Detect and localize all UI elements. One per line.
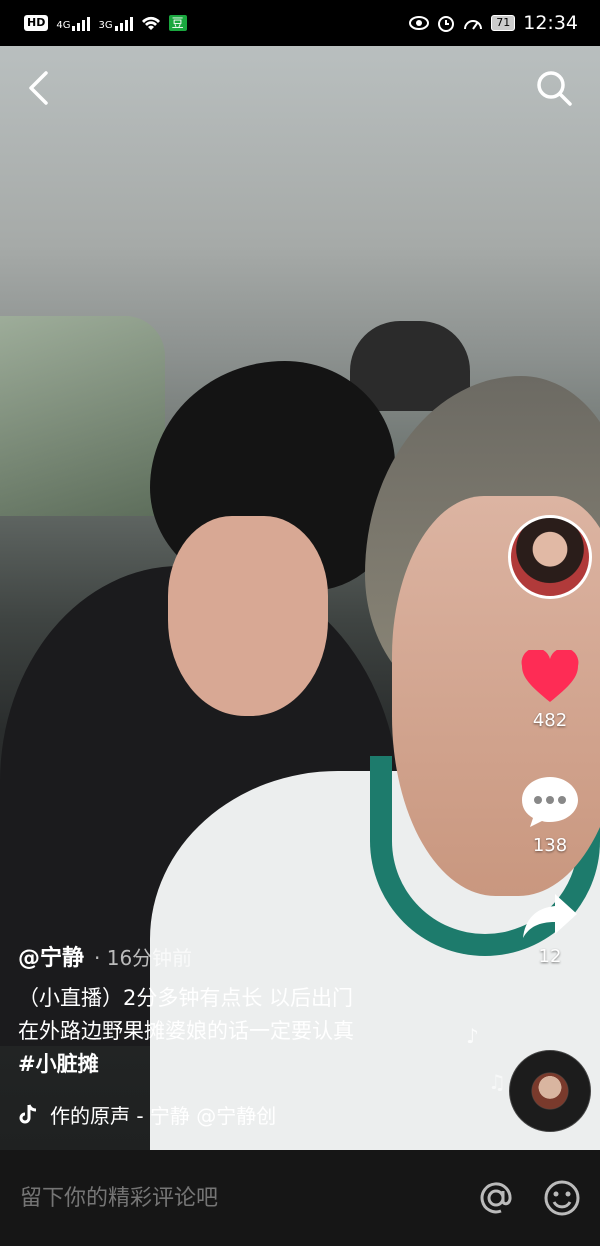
share-button[interactable]: 12 <box>500 890 600 967</box>
hashtag-link[interactable]: #小脏摊 <box>18 1048 438 1081</box>
search-button[interactable] <box>532 66 576 110</box>
status-left: HD 4G 3G 豆 <box>24 15 187 31</box>
comment-bar <box>0 1150 600 1246</box>
back-icon <box>29 71 48 105</box>
search-icon <box>537 71 572 106</box>
post-time: · 16分钟前 <box>94 946 193 970</box>
at-icon <box>480 1182 512 1214</box>
author-name[interactable]: @宁静 <box>18 940 84 972</box>
author-avatar[interactable] <box>508 515 592 599</box>
back-button[interactable] <box>16 66 60 110</box>
network-3g-label: 3G <box>98 20 113 31</box>
music-cover <box>532 1073 568 1109</box>
mention-button[interactable] <box>476 1178 516 1218</box>
caption-line: （小直播）2分多钟有点长 以后出门 <box>18 986 354 1010</box>
comment-icon <box>522 777 578 827</box>
music-note-icon: ♪ <box>466 1024 479 1048</box>
signal-icon <box>72 15 91 31</box>
car-window <box>0 316 165 516</box>
hd-badge: HD <box>24 15 49 31</box>
heart-icon <box>521 650 579 702</box>
emoji-button[interactable] <box>542 1178 582 1218</box>
clock: 12:34 <box>523 12 578 34</box>
app-badge: 豆 <box>168 15 187 31</box>
music-note-icon: ♫ <box>488 1070 506 1094</box>
alarm-icon <box>438 16 455 32</box>
author-row: @宁静 · 16分钟前 <box>18 940 192 972</box>
status-bar: HD 4G 3G 豆 71 12:34 <box>0 0 600 46</box>
comment-button[interactable]: 138 <box>500 775 600 856</box>
battery-icon: 71 <box>491 15 516 31</box>
share-count: 12 <box>538 946 562 967</box>
network-4g-label: 4G <box>56 20 71 31</box>
caption: （小直播）2分多钟有点长 以后出门 在外路边野果摊婆娘的话一定要认真 #小脏摊 <box>18 982 438 1081</box>
music-disc[interactable] <box>509 1050 591 1132</box>
music-marquee[interactable]: 作的原声 - 宁静 @宁静创 <box>18 1100 318 1129</box>
caption-line: 在外路边野果摊婆娘的话一定要认真 <box>18 1019 354 1043</box>
eye-icon <box>409 16 430 30</box>
network-4g: 4G <box>56 15 91 31</box>
music-title: 作的原声 - 宁静 @宁静创 <box>50 1104 277 1128</box>
signal-icon <box>114 15 133 31</box>
tiktok-note-icon <box>19 1103 37 1123</box>
status-right: 71 12:34 <box>409 12 578 34</box>
network-3g: 3G <box>98 15 133 31</box>
person-left-face <box>168 516 328 716</box>
wifi-icon <box>141 16 160 30</box>
share-icon <box>523 894 577 938</box>
like-count: 482 <box>532 710 568 731</box>
comment-input[interactable] <box>18 1184 450 1212</box>
like-button[interactable]: 482 <box>500 650 600 731</box>
emoji-icon <box>544 1180 580 1216</box>
speed-icon <box>464 20 483 30</box>
comment-count: 138 <box>532 835 568 856</box>
